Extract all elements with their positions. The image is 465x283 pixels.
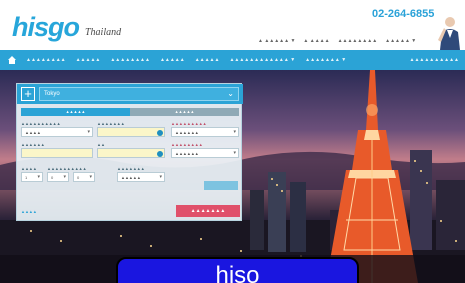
home-icon[interactable] xyxy=(8,56,16,64)
calendar-icon[interactable] xyxy=(157,151,163,157)
adults-value: 1 xyxy=(25,175,28,180)
infants-select[interactable]: 0 ▾ xyxy=(73,172,95,182)
calendar-icon[interactable] xyxy=(157,130,163,136)
search-panel-header: + Tokyo ⌄ xyxy=(17,84,243,104)
from-select[interactable]: ▲▲▲▲ ▾ xyxy=(21,127,93,137)
tab-one-way[interactable]: ▲▲▲▲▲ xyxy=(130,108,239,116)
from-label: ▲▲▲▲▲▲▲▲▲▲ xyxy=(21,121,61,126)
chevron-down-icon: ▾ xyxy=(63,174,66,180)
plus-icon[interactable]: + xyxy=(21,87,35,101)
children-label: ▲▲▲▲▲▲▲▲▲▲ xyxy=(47,166,87,171)
airline-label: ▲▲▲▲▲▲▲ xyxy=(117,166,145,171)
children-select[interactable]: 0 ▾ xyxy=(47,172,69,182)
top-links: ▲ ▲▲▲▲▲ ▼ ▲ ▲▲▲▲ ▲▲▲▲▲▲▲▲ ▲▲▲▲▲ ▼ xyxy=(258,38,416,44)
top-link-4[interactable]: ▲▲▲▲▲ ▼ xyxy=(385,38,416,44)
chevron-down-icon: ▾ xyxy=(159,174,162,180)
search-tabs: ▲▲▲▲▲ ▲▲▲▲▲ xyxy=(21,108,239,116)
date2-label: ▲▲ xyxy=(97,142,105,147)
destination-value: Tokyo xyxy=(44,91,60,97)
phone-number[interactable]: 02-264-6855 xyxy=(372,8,434,20)
chevron-down-icon: ▾ xyxy=(89,174,92,180)
return-field[interactable] xyxy=(21,148,93,158)
chevron-down-icon: ▾ xyxy=(233,150,236,156)
nav-item-2[interactable]: ▲▲▲▲▲ xyxy=(76,57,101,63)
top-link-2[interactable]: ▲ ▲▲▲▲ xyxy=(303,38,329,44)
top-link-3[interactable]: ▲▲▲▲▲▲▲▲ xyxy=(338,38,378,44)
top-link-1[interactable]: ▲ ▲▲▲▲▲ ▼ xyxy=(258,38,295,44)
infants-value: 0 xyxy=(77,175,80,180)
nav-item-7[interactable]: ▲▲▲▲▲▲▲ ▼ xyxy=(305,57,346,63)
chevron-down-icon: ▾ xyxy=(233,129,236,135)
class-value: ▲▲▲▲▲▲ xyxy=(175,130,199,135)
class-select[interactable]: ▲▲▲▲▲▲ ▾ xyxy=(171,127,239,137)
children-value: 0 xyxy=(51,175,54,180)
nav-item-4[interactable]: ▲▲▲▲▲ xyxy=(160,57,185,63)
flight-search-panel: + Tokyo ⌄ ▲▲▲▲▲ ▲▲▲▲▲ ▲▲▲▲▲▲▲▲▲▲ ▲▲▲▲ ▾ … xyxy=(16,83,243,221)
chevron-down-icon: ⌄ xyxy=(227,89,234,98)
adults-select[interactable]: 1 ▾ xyxy=(21,172,43,182)
nav-item-3[interactable]: ▲▲▲▲▲▲▲▲ xyxy=(110,57,150,63)
depart-date-field[interactable] xyxy=(97,127,165,137)
type-label: ▲▲▲▲▲▲▲▲ xyxy=(171,142,203,147)
hiso-overlay-button[interactable]: hiso xyxy=(116,257,359,283)
type-value: ▲▲▲▲▲▲ xyxy=(175,151,199,156)
depart-label: ▲▲▲▲▲▲▲ xyxy=(97,121,125,126)
logo-text-main: his xyxy=(12,12,49,42)
brand-logo[interactable]: hisgo xyxy=(12,12,80,43)
adults-label: ▲▲▲▲ xyxy=(21,166,37,171)
search-flights-button[interactable]: ▲▲▲▲▲▲▲ xyxy=(176,205,240,217)
chevron-down-icon: ▾ xyxy=(87,129,90,135)
return-date-field[interactable] xyxy=(97,148,165,158)
nav-right-link[interactable]: ▲▲▲▲▲▲▲▲▲▲ xyxy=(410,57,460,63)
from-value: ▲▲▲▲ xyxy=(25,130,41,135)
nav-item-5[interactable]: ▲▲▲▲▲ xyxy=(195,57,220,63)
site-header: hisgo Thailand 02-264-6855 ▲ ▲▲▲▲▲ ▼ ▲ ▲… xyxy=(0,0,465,50)
airline-select[interactable]: ▲▲▲▲▲ ▾ xyxy=(117,172,165,182)
chevron-down-icon: ▾ xyxy=(37,174,40,180)
main-nav: ▲▲▲▲▲▲▲▲ ▲▲▲▲▲ ▲▲▲▲▲▲▲▲ ▲▲▲▲▲ ▲▲▲▲▲ ▲▲▲▲… xyxy=(0,50,465,70)
more-options-link[interactable]: ▲▲▲▲ xyxy=(21,209,37,214)
logo-text-accent: go xyxy=(48,12,80,42)
logo-subtitle: Thailand xyxy=(85,27,122,38)
tab-round-trip[interactable]: ▲▲▲▲▲ xyxy=(21,108,130,116)
type-select[interactable]: ▲▲▲▲▲▲ ▾ xyxy=(171,148,239,158)
class-label: ▲▲▲▲▲▲▲▲▲ xyxy=(171,121,207,126)
return-label: ▲▲▲▲▲▲ xyxy=(21,142,45,147)
add-flight-button[interactable] xyxy=(204,181,238,190)
destination-select[interactable]: Tokyo ⌄ xyxy=(39,87,239,101)
nav-item-1[interactable]: ▲▲▲▲▲▲▲▲ xyxy=(26,57,66,63)
staff-person-icon xyxy=(438,17,460,50)
nav-item-6[interactable]: ▲▲▲▲▲▲▲▲▲▲▲▲ ▼ xyxy=(229,57,295,63)
airline-value: ▲▲▲▲▲ xyxy=(121,175,141,180)
